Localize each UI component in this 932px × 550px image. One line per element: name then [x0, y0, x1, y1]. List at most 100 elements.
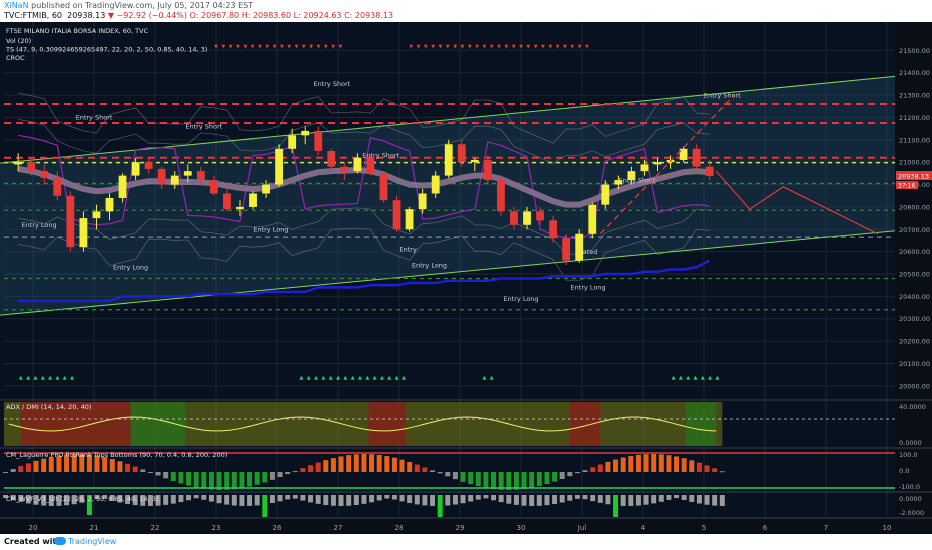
candle: [170, 175, 179, 185]
candle: [470, 159, 479, 163]
signal-up-marker: ▲: [41, 375, 45, 381]
wvf-bar: [315, 495, 321, 504]
annotation-label: Entry Long: [412, 261, 447, 269]
wvf-bar: [285, 495, 291, 500]
candle: [523, 211, 531, 225]
signal-up-marker: ▲: [19, 375, 23, 381]
wvf-bar: [346, 495, 352, 506]
candle: [27, 162, 36, 172]
laguerre-bar: [155, 472, 161, 476]
candle: [353, 157, 362, 172]
wvf-bar: [719, 495, 725, 506]
wvf-bar: [460, 495, 466, 504]
wvf-bar: [163, 495, 169, 505]
price-chart[interactable]: 20000.00 20100.00 20200.00 20300.00 20400.00…: [0, 22, 932, 534]
subpanel-tick: 0.0: [899, 467, 909, 475]
laguerre-bar: [483, 472, 489, 488]
laguerre-bar: [224, 472, 230, 490]
laguerre-bar: [48, 456, 54, 472]
laguerre-bar: [33, 460, 39, 472]
laguerre-bar: [468, 472, 474, 485]
wvf-bar: [437, 495, 443, 517]
signal-up-marker: ▲: [395, 375, 399, 381]
subpanel-tick: 40.0000: [899, 403, 926, 411]
candle: [640, 164, 649, 172]
laguerre-bar: [269, 472, 275, 480]
signal-up-marker: ▲: [34, 375, 38, 381]
laguerre-bar: [521, 472, 527, 489]
laguerre-bar: [102, 457, 108, 472]
laguerre-bar: [628, 455, 634, 472]
wvf-bar: [338, 495, 344, 506]
wvf-bar: [651, 495, 657, 504]
indicator-legend: Vol (20): [6, 37, 31, 45]
signal-down-marker: ▼: [258, 44, 262, 50]
subpanel-tick: 0.0000: [899, 495, 922, 503]
wvf-bar: [498, 495, 504, 503]
tradingview-logo[interactable]: TradingView: [54, 537, 116, 546]
signal-up-marker: ▲: [26, 375, 30, 381]
annotation-label: Entry Long: [253, 226, 288, 234]
laguerre-bar: [285, 472, 291, 475]
publish-info: published on TradingView.com, July 05, 2…: [31, 1, 254, 10]
wvf-bar: [208, 495, 214, 502]
laguerre-bar: [147, 472, 153, 473]
candle: [588, 204, 597, 234]
y-tick-label: 21100.00: [899, 136, 930, 144]
wvf-bar: [620, 495, 626, 506]
laguerre-bar: [208, 472, 214, 490]
signal-down-marker: ▼: [287, 44, 291, 50]
signal-down-marker: ▼: [424, 44, 428, 50]
wvf-bar: [239, 495, 245, 506]
candle: [536, 211, 544, 221]
laguerre-bar: [308, 465, 314, 472]
annotation-label: Entry Long: [113, 264, 148, 272]
signal-down-marker: ▼: [541, 44, 545, 50]
y-tick-label: 20000.00: [899, 382, 930, 390]
candle: [196, 171, 205, 181]
laguerre-bar: [422, 467, 428, 472]
wvf-bar: [201, 495, 207, 500]
candle: [653, 162, 662, 165]
wvf-bar: [422, 495, 428, 506]
laguerre-bar: [689, 460, 695, 472]
laguerre-bar: [163, 472, 169, 479]
laguerre-bar: [170, 472, 176, 482]
wvf-bar: [353, 495, 359, 506]
laguerre-bar: [125, 463, 131, 472]
signal-down-marker: ▼: [317, 44, 321, 50]
laguerre-bar: [529, 472, 535, 488]
signal-up-marker: ▲: [358, 375, 362, 381]
wvf-bar: [308, 495, 314, 503]
adx-green-zone: [685, 402, 717, 446]
laguerre-bar: [712, 468, 718, 472]
laguerre-bar: [201, 472, 207, 489]
laguerre-bar: [605, 461, 611, 472]
candle: [601, 184, 610, 205]
laguerre-bar: [292, 471, 298, 473]
candle: [118, 175, 127, 198]
annotation-label: Entry Short: [362, 152, 399, 160]
laguerre-bar: [399, 459, 405, 472]
wvf-bar: [628, 495, 634, 506]
annotation-label: Entry Short: [313, 80, 350, 88]
candle: [131, 162, 140, 176]
signal-down-marker: ▼: [534, 44, 538, 50]
wvf-bar: [414, 495, 420, 505]
laguerre-bar: [445, 472, 451, 477]
wvf-bar: [452, 495, 458, 505]
author-link[interactable]: XiNaN: [4, 1, 29, 10]
annotation-label: Entry Long: [571, 284, 606, 292]
candle: [275, 148, 284, 185]
wvf-bar: [658, 495, 664, 502]
laguerre-bar: [376, 454, 382, 472]
signal-down-marker: ▼: [548, 44, 552, 50]
signal-down-marker: ▼: [446, 44, 450, 50]
signal-down-marker: ▼: [461, 44, 465, 50]
wvf-bar: [613, 495, 619, 517]
signal-down-marker: ▼: [302, 44, 306, 50]
wvf-bar: [513, 495, 519, 505]
subpanel-title: CM_Laguerre PPO PctRank Tops Bottoms (90…: [6, 451, 227, 459]
candle: [431, 175, 440, 194]
wvf-bar: [674, 495, 680, 499]
